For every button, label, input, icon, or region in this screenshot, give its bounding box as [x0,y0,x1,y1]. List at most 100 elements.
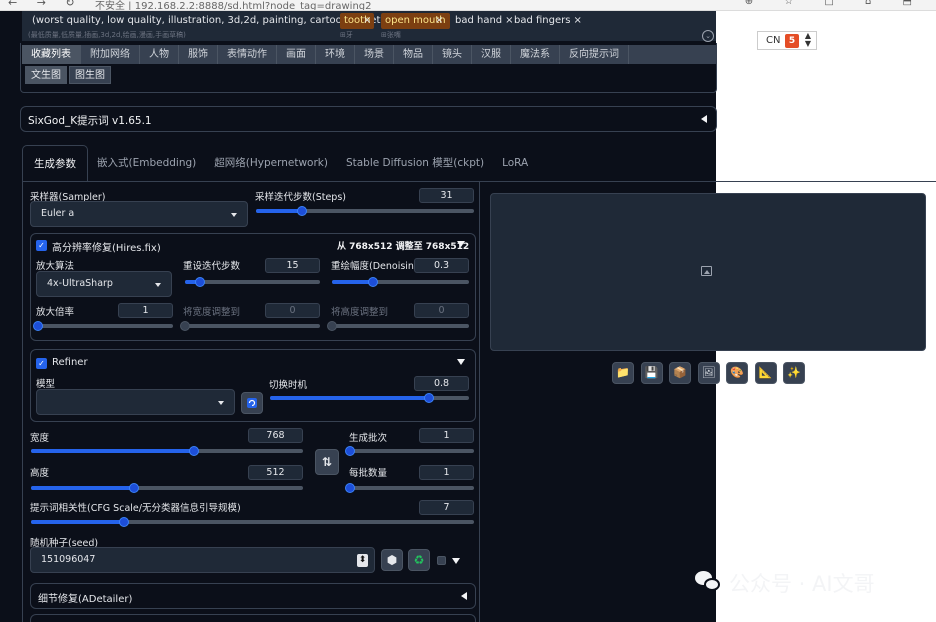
close-icon[interactable]: × [573,15,581,26]
denoising-slider[interactable] [332,277,469,287]
sub-tabs: 文生图 图生图 [22,66,111,86]
tab-lora[interactable]: LoRA [493,145,537,182]
tab-camera[interactable]: 镜头 [433,45,472,64]
tab-scene[interactable]: 场景 [355,45,394,64]
resize-height-input[interactable]: 0 [414,303,469,318]
send-to-extras-button[interactable]: 📐 [754,362,777,384]
chevron-down-icon[interactable] [457,241,465,247]
tab-negative-prompt[interactable]: 反向提示词 [560,45,629,64]
send-to-img2img-icon: 🖼 [701,366,716,379]
zip-button[interactable]: 📦 [669,362,691,384]
tab-picture[interactable]: 画面 [277,45,316,64]
tag-chip[interactable]: bad hand × [451,13,518,29]
send-to-img2img-button[interactable]: 🖼 [697,362,720,384]
close-icon[interactable]: × [435,13,443,29]
tab-txt2img[interactable]: 文生图 [25,66,67,84]
batch-size-input[interactable]: 1 [419,465,474,480]
tab-magic[interactable]: 魔法系 [511,45,560,64]
chevron-down-icon[interactable]: ⌄ [702,30,714,42]
zip-icon: 📦 [673,366,687,379]
refiner-model-dropdown[interactable] [36,389,235,415]
random-seed-button[interactable]: ⬢ [381,549,403,571]
sampler-dropdown[interactable]: Euler a [30,201,248,227]
send-to-inpaint-button[interactable]: 🎨 [726,362,748,384]
upscale-by-slider[interactable] [33,321,173,331]
batch-count-slider[interactable] [345,446,474,456]
tab-items[interactable]: 物品 [394,45,433,64]
slider-handle[interactable] [345,446,355,456]
slider-handle[interactable] [119,517,130,527]
reuse-seed-button[interactable]: ♻ [408,549,430,571]
extra-seed-checkbox[interactable] [437,556,446,565]
tab-favorites[interactable]: 收藏列表 [22,45,81,64]
spinner-icon[interactable]: ▲ ▼ [805,32,811,48]
collapse-left-icon[interactable] [461,592,467,600]
chevron-down-icon[interactable] [452,558,460,564]
sparkle-button[interactable]: ✨ [783,362,805,384]
chevron-down-icon[interactable] [457,359,465,365]
tab-hypernetwork[interactable]: 超网络(Hypernetwork) [205,145,337,182]
tag-chip[interactable]: bad fingers × [510,13,586,29]
width-input[interactable]: 768 [248,428,303,443]
steps-input[interactable]: 31 [419,188,474,203]
send-to-inpaint-icon: 🎨 [730,366,744,379]
collapse-left-icon[interactable] [701,115,707,123]
slider-handle[interactable] [33,321,43,331]
batch-count-input[interactable]: 1 [419,428,474,443]
tab-hanfu[interactable]: 汉服 [472,45,511,64]
tab-expression[interactable]: 表情动作 [218,45,277,64]
hires-steps-input[interactable]: 15 [265,258,320,273]
refresh-button[interactable] [241,392,263,414]
save-button[interactable]: 💾 [640,362,663,384]
upscale-by-input[interactable]: 1 [118,303,173,318]
sixgod-accordion[interactable]: SixGod_K提示词 v1.65.1 [20,106,717,132]
browser-nav-icons[interactable]: ← → ↻ [8,0,83,9]
width-slider[interactable] [31,446,303,456]
language-switch[interactable]: CN 5 ▲ ▼ [757,31,817,50]
adetailer-accordion[interactable]: 细节修复(ADetailer) [30,583,476,609]
switch-at-slider[interactable] [270,393,469,403]
tab-person[interactable]: 人物 [140,45,179,64]
cfg-scale-slider[interactable] [31,517,474,527]
resize-height-label: 将高度调整到 [331,307,389,318]
hires-steps-slider[interactable] [185,277,320,287]
adetailer-label: 细节修复(ADetailer) [38,594,133,605]
resize-width-label: 将宽度调整到 [183,307,241,318]
tab-embedding[interactable]: 嵌入式(Embedding) [88,145,205,182]
slider-handle[interactable] [327,321,337,331]
steps-slider[interactable] [256,206,474,216]
tab-environment[interactable]: 环境 [316,45,355,64]
tab-generation[interactable]: 生成参数 [22,145,88,182]
tab-img2img[interactable]: 图生图 [69,66,111,84]
slider-handle[interactable] [180,321,190,331]
tab-clothing[interactable]: 服饰 [179,45,218,64]
browser-action-icons[interactable]: ⊕ ☆ □ ⌂ ⬒ [745,0,926,7]
batch-count-label: 生成批次 [349,433,388,444]
address-bar[interactable]: 不安全 | 192.168.2.2:8888/sd.html?node_tag=… [95,0,372,10]
open-folder-button[interactable]: 📁 [612,362,634,384]
height-slider[interactable] [31,483,303,493]
resize-width-slider[interactable] [180,321,320,331]
resize-height-slider[interactable] [327,321,469,331]
denoising-input[interactable]: 0.3 [414,258,469,273]
close-icon[interactable]: × [363,13,371,29]
resize-width-input[interactable]: 0 [265,303,320,318]
next-accordion[interactable] [30,614,476,622]
tab-checkpoint[interactable]: Stable Diffusion 模型(ckpt) [337,145,493,182]
spinner-icon[interactable]: ⬍ [357,554,368,567]
hires-fix-checkbox[interactable]: ✓ [36,240,47,251]
cfg-scale-input[interactable]: 7 [419,500,474,515]
batch-size-slider[interactable] [345,483,474,493]
refiner-checkbox[interactable]: ✓ [36,358,47,369]
swap-dimensions-button[interactable]: ⇅ [315,449,339,475]
switch-at-input[interactable]: 0.8 [414,376,469,391]
seed-input[interactable]: 151096047 ⬍ [30,547,375,573]
width-label: 宽度 [30,433,50,444]
slider-handle[interactable] [194,277,205,287]
upscaler-dropdown[interactable]: 4x-UltraSharp [36,271,172,297]
height-input[interactable]: 512 [248,465,303,480]
slider-handle[interactable] [296,206,307,216]
image-icon [701,266,712,276]
tab-extra-networks[interactable]: 附加网络 [81,45,140,64]
slider-handle[interactable] [345,483,355,493]
